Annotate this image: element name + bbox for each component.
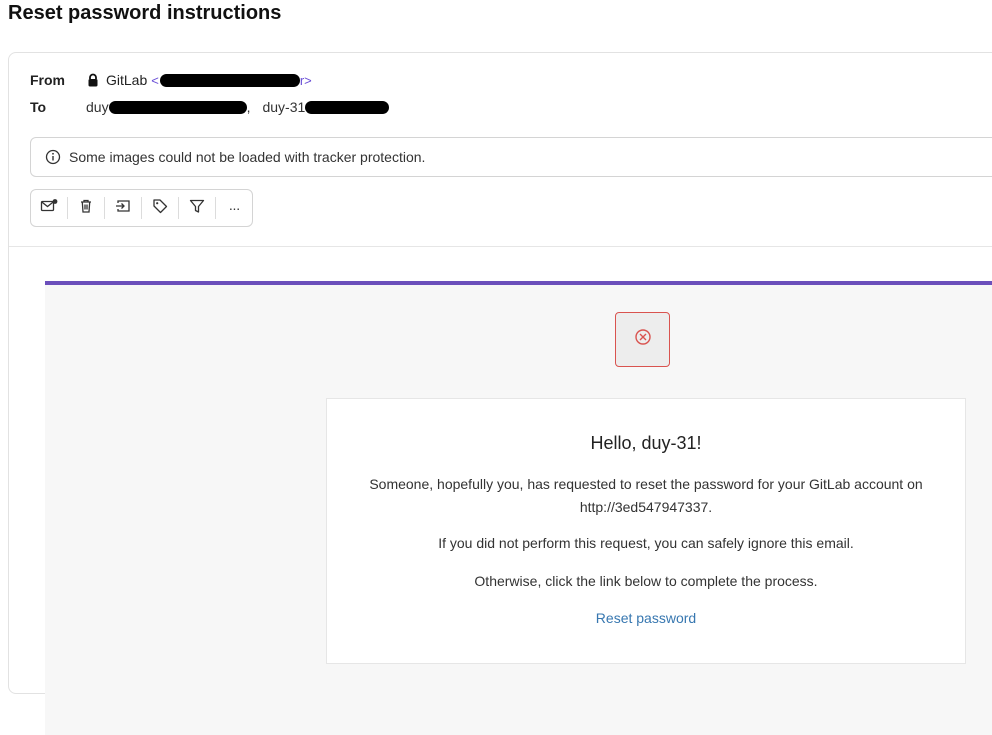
message-view: From GitLab < r> To duy , duy-31 Some im… <box>8 52 992 735</box>
delete-button[interactable] <box>68 190 104 226</box>
more-actions-button[interactable]: ··· <box>216 190 252 226</box>
notice-text: Some images could not be loaded with tra… <box>69 149 426 165</box>
message-toolbar: ··· <box>30 189 253 227</box>
trash-icon <box>78 198 94 219</box>
filter-icon <box>189 198 205 219</box>
label-icon <box>152 198 168 219</box>
label-button[interactable] <box>142 190 178 226</box>
info-icon <box>45 149 61 165</box>
sender-name[interactable]: GitLab <box>106 72 147 88</box>
email-content-card: Hello, duy-31! Someone, hopefully you, h… <box>326 398 966 664</box>
recipient-separator: , <box>246 99 251 115</box>
email-subject: Reset password instructions <box>8 2 282 24</box>
body-paragraph-3: Otherwise, click the link below to compl… <box>474 573 818 589</box>
more-icon: ··· <box>228 200 241 216</box>
reset-password-link[interactable]: Reset password <box>327 610 965 626</box>
tracker-protection-notice: Some images could not be loaded with tra… <box>30 137 992 177</box>
move-button[interactable] <box>105 190 141 226</box>
recipient-2[interactable]: duy-31 <box>262 99 305 115</box>
redaction-mark <box>305 100 390 114</box>
email-body: Hello, duy-31! Someone, hopefully you, h… <box>45 281 992 735</box>
redaction-mark <box>108 100 247 114</box>
recipient-1[interactable]: duy <box>86 99 109 115</box>
from-label: From <box>30 72 65 88</box>
redaction-mark <box>159 73 300 87</box>
image-blocked-icon <box>634 328 652 351</box>
to-label: To <box>30 99 47 115</box>
mark-unread-button[interactable] <box>31 190 67 226</box>
filter-button[interactable] <box>179 190 215 226</box>
header-divider <box>9 246 992 247</box>
sender-address-start[interactable]: < <box>151 73 159 88</box>
mark-unread-icon <box>40 198 58 219</box>
to-row: To duy , duy-31 <box>30 99 390 115</box>
from-row: From GitLab < r> <box>30 72 312 88</box>
body-paragraph-1: Someone, hopefully you, has requested to… <box>369 476 923 515</box>
greeting: Hello, duy-31! <box>590 433 702 453</box>
sender-address-end[interactable]: r> <box>300 73 312 88</box>
blocked-image-placeholder <box>615 312 670 367</box>
move-icon <box>115 198 131 219</box>
lock-icon <box>86 73 100 87</box>
body-paragraph-2: If you did not perform this request, you… <box>438 535 854 551</box>
